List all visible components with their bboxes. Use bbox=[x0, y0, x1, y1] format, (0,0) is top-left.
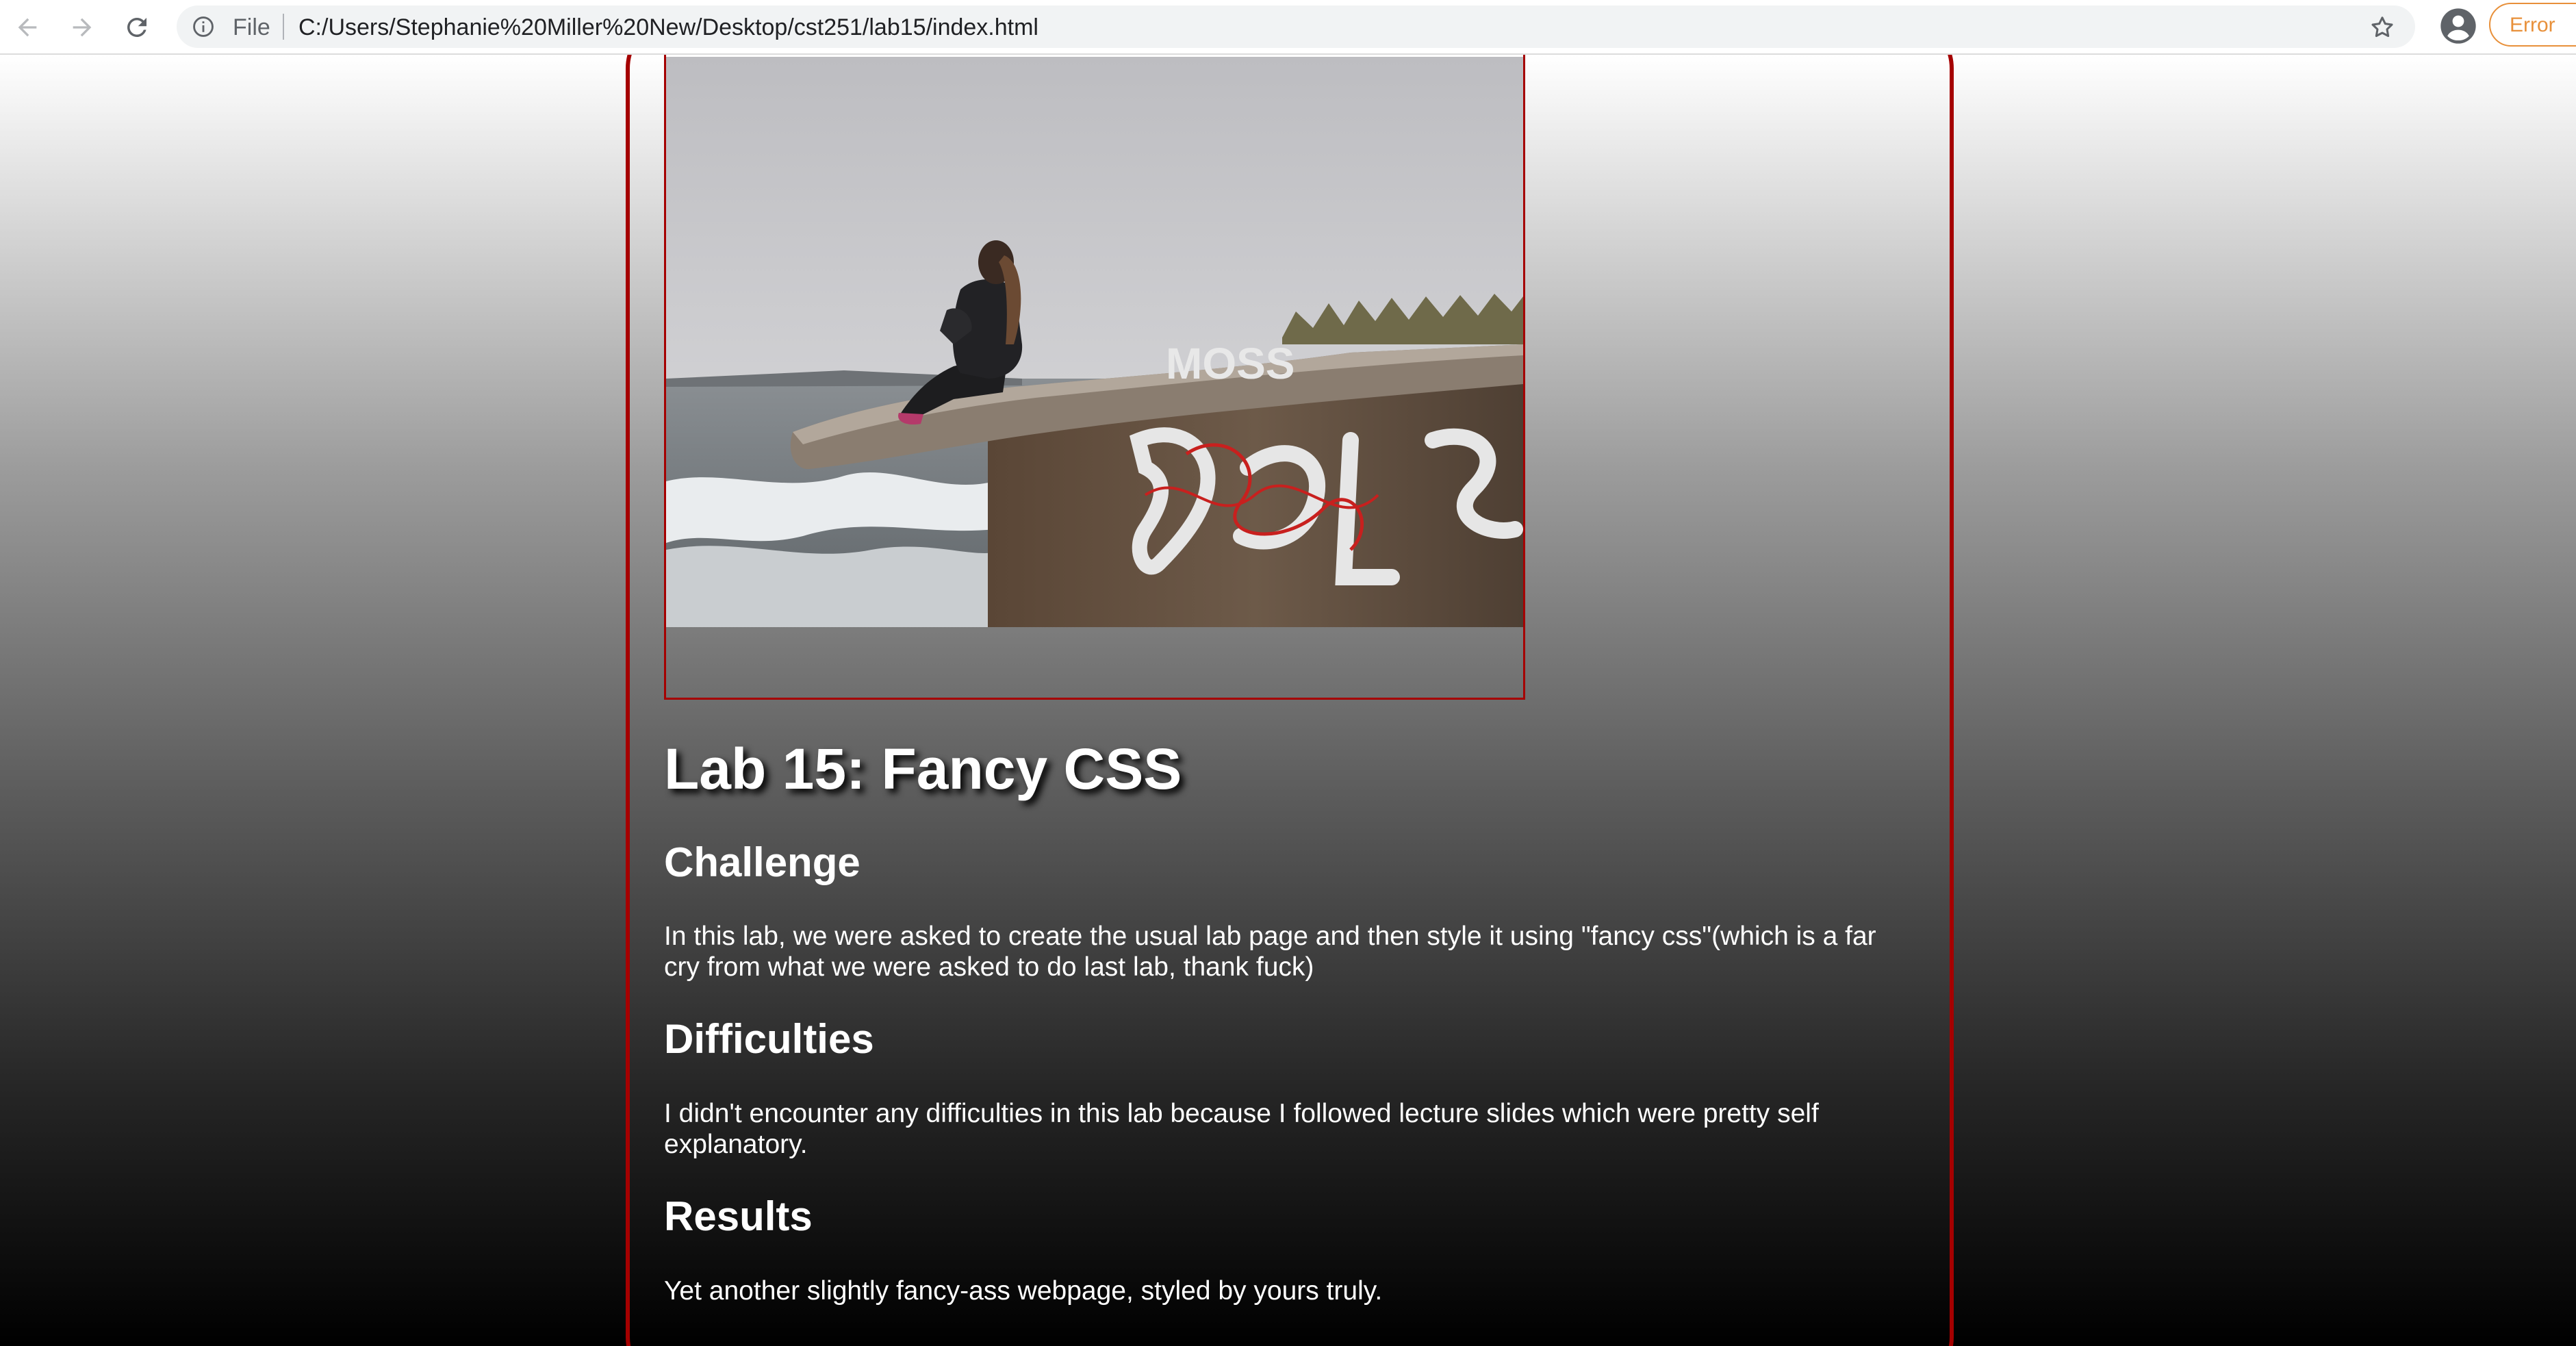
address-bar[interactable]: File C:/Users/Stephanie%20Miller%20New/D… bbox=[177, 5, 2415, 48]
section-body-results: Yet another slightly fancy-ass webpage, … bbox=[664, 1276, 1383, 1306]
omnibox-divider bbox=[283, 14, 284, 40]
back-arrow-icon bbox=[18, 18, 37, 37]
profile-error-chip[interactable]: Error bbox=[2489, 3, 2576, 47]
forward-button[interactable] bbox=[63, 8, 101, 47]
back-button[interactable] bbox=[8, 8, 47, 47]
forward-arrow-icon bbox=[73, 18, 92, 37]
profile-avatar-button[interactable] bbox=[2438, 5, 2479, 47]
browser-toolbar: File C:/Users/Stephanie%20Miller%20New/D… bbox=[0, 0, 2576, 55]
profile-avatar-icon bbox=[2440, 8, 2476, 44]
section-body-challenge: In this lab, we were asked to create the… bbox=[664, 922, 1876, 982]
page-title: Lab 15: Fancy CSS bbox=[664, 737, 1182, 801]
url-text[interactable]: C:/Users/Stephanie%20Miller%20New/Deskto… bbox=[298, 14, 1038, 41]
reload-icon bbox=[127, 17, 146, 37]
section-heading-difficulties: Difficulties bbox=[664, 1016, 874, 1062]
lab-photo: MOSS bbox=[666, 57, 1523, 627]
graffiti-text: MOSS bbox=[1166, 339, 1295, 388]
page-viewport: MOSS Lab 15: Fancy CSS Challenge In this… bbox=[0, 55, 2576, 1346]
profile-error-label: Error bbox=[2510, 14, 2555, 36]
photo-frame: MOSS bbox=[664, 55, 1525, 700]
section-heading-results: Results bbox=[664, 1193, 813, 1239]
file-scheme-label: File bbox=[233, 14, 270, 40]
star-icon[interactable] bbox=[2369, 14, 2396, 41]
info-icon[interactable] bbox=[192, 15, 215, 38]
section-body-difficulties: I didn't encounter any difficulties in t… bbox=[664, 1099, 1819, 1159]
reload-button[interactable] bbox=[118, 8, 156, 47]
section-heading-challenge: Challenge bbox=[664, 839, 860, 885]
photo-illustration: MOSS bbox=[666, 57, 1523, 627]
